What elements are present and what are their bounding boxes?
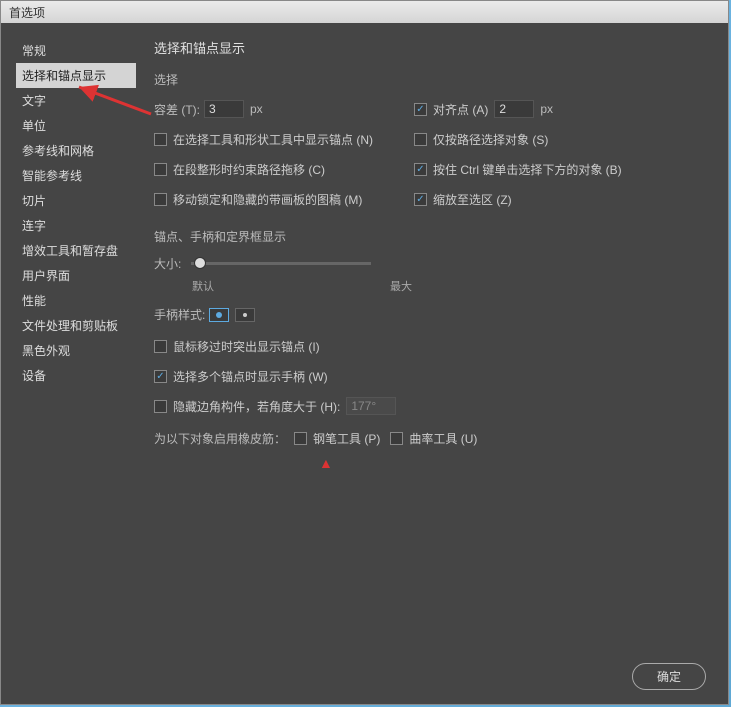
check-icon [154, 370, 167, 383]
handle-style-label: 手柄样式: [154, 306, 205, 323]
tolerance-label: 容差 (T): [154, 101, 200, 118]
sidebar-item-type[interactable]: 文字 [16, 88, 136, 113]
ctrl-click-label: 按住 Ctrl 键单击选择下方的对象 (B) [433, 161, 622, 178]
move-locked-label: 移动锁定和隐藏的带画板的图稿 (M) [173, 191, 362, 208]
hide-corner-checkbox[interactable]: 隐藏边角构件，若角度大于 (H): [154, 398, 340, 415]
window-title: 首选项 [9, 6, 45, 20]
dot-icon [216, 312, 222, 318]
checkbox-icon [294, 432, 307, 445]
constrain-label: 在段整形时约束路径拖移 (C) [173, 161, 325, 178]
sidebar-item-devices[interactable]: 设备 [16, 363, 136, 388]
sidebar-item-file-clipboard[interactable]: 文件处理和剪贴板 [16, 313, 136, 338]
curve-tool-label: 曲率工具 (U) [409, 430, 477, 447]
check-icon [414, 103, 427, 116]
path-only-checkbox[interactable]: 仅按路径选择对象 (S) [414, 131, 548, 148]
sidebar-item-smart-guides[interactable]: 智能参考线 [16, 163, 136, 188]
sidebar-item-black-appearance[interactable]: 黑色外观 [16, 338, 136, 363]
selection-section: 选择 容差 (T): px 对齐点 (A) px 在选择工具 [154, 71, 713, 210]
constrain-checkbox[interactable]: 在段整形时约束路径拖移 (C) [154, 161, 325, 178]
sidebar-item-slices[interactable]: 切片 [16, 188, 136, 213]
sidebar-item-hyphenation[interactable]: 连字 [16, 213, 136, 238]
move-locked-checkbox[interactable]: 移动锁定和隐藏的带画板的图稿 (M) [154, 191, 362, 208]
angle-input[interactable] [346, 397, 396, 415]
zoom-sel-label: 缩放至选区 (Z) [433, 191, 512, 208]
zoom-sel-checkbox[interactable]: 缩放至选区 (Z) [414, 191, 512, 208]
highlight-hover-checkbox[interactable]: 鼠标移过时突出显示锚点 (I) [154, 338, 320, 355]
pen-tool-label: 钢笔工具 (P) [313, 430, 380, 447]
snap-checkbox[interactable]: 对齐点 (A) [414, 101, 488, 118]
snap-label: 对齐点 (A) [433, 101, 488, 118]
path-only-label: 仅按路径选择对象 (S) [433, 131, 548, 148]
sidebar-item-general[interactable]: 常规 [16, 38, 136, 63]
sidebar-item-ui[interactable]: 用户界面 [16, 263, 136, 288]
highlight-hover-label: 鼠标移过时突出显示锚点 (I) [173, 338, 320, 355]
content: 常规 选择和锚点显示 文字 单位 参考线和网格 智能参考线 切片 连字 增效工具… [1, 23, 728, 666]
selection-heading: 选择 [154, 71, 713, 88]
sidebar-item-guides-grid[interactable]: 参考线和网格 [16, 138, 136, 163]
checkbox-icon [154, 400, 167, 413]
slider-handle[interactable] [194, 257, 206, 269]
show-handles-multi-label: 选择多个锚点时显示手柄 (W) [173, 368, 328, 385]
sidebar-item-units[interactable]: 单位 [16, 113, 136, 138]
sidebar-item-performance[interactable]: 性能 [16, 288, 136, 313]
snap-unit: px [540, 102, 553, 116]
snap-input[interactable] [494, 100, 534, 118]
show-anchor-label: 在选择工具和形状工具中显示锚点 (N) [173, 131, 373, 148]
check-icon [414, 163, 427, 176]
size-max: 最大 [390, 278, 412, 294]
dot-icon [243, 313, 247, 317]
show-handles-multi-checkbox[interactable]: 选择多个锚点时显示手柄 (W) [154, 368, 328, 385]
checkbox-icon [154, 193, 167, 206]
checkbox-icon [154, 340, 167, 353]
checkbox-icon [414, 133, 427, 146]
preferences-window: 首选项 常规 选择和锚点显示 文字 单位 参考线和网格 智能参考线 切片 连字 … [0, 0, 729, 705]
rubber-band-label: 为以下对象启用橡皮筋： [154, 430, 286, 447]
main-panel: 选择和锚点显示 选择 容差 (T): px 对齐点 (A) px [136, 38, 713, 651]
show-anchor-checkbox[interactable]: 在选择工具和形状工具中显示锚点 (N) [154, 131, 373, 148]
tolerance-input[interactable] [204, 100, 244, 118]
size-label: 大小: [154, 255, 181, 272]
anchors-section: 锚点、手柄和定界框显示 大小: 默认 最大 手柄样式: [154, 228, 713, 449]
button-row: 确定 [632, 663, 706, 690]
handle-style-2[interactable] [235, 308, 255, 322]
sidebar: 常规 选择和锚点显示 文字 单位 参考线和网格 智能参考线 切片 连字 增效工具… [16, 38, 136, 651]
sidebar-item-plugins[interactable]: 增效工具和暂存盘 [16, 238, 136, 263]
size-min: 默认 [192, 278, 214, 294]
ctrl-click-checkbox[interactable]: 按住 Ctrl 键单击选择下方的对象 (B) [414, 161, 622, 178]
titlebar: 首选项 [1, 1, 728, 23]
checkbox-icon [390, 432, 403, 445]
hide-corner-label: 隐藏边角构件，若角度大于 (H): [173, 398, 340, 415]
tolerance-unit: px [250, 102, 263, 116]
ok-button[interactable]: 确定 [632, 663, 706, 690]
handle-style-1[interactable] [209, 308, 229, 322]
size-slider[interactable] [191, 262, 371, 265]
check-icon [414, 193, 427, 206]
pen-tool-checkbox[interactable]: 钢笔工具 (P) [294, 430, 380, 447]
checkbox-icon [154, 133, 167, 146]
sidebar-item-selection-anchor[interactable]: 选择和锚点显示 [16, 63, 136, 88]
anchors-heading: 锚点、手柄和定界框显示 [154, 228, 713, 245]
page-title: 选择和锚点显示 [154, 38, 713, 57]
checkbox-icon [154, 163, 167, 176]
curve-tool-checkbox[interactable]: 曲率工具 (U) [390, 430, 477, 447]
